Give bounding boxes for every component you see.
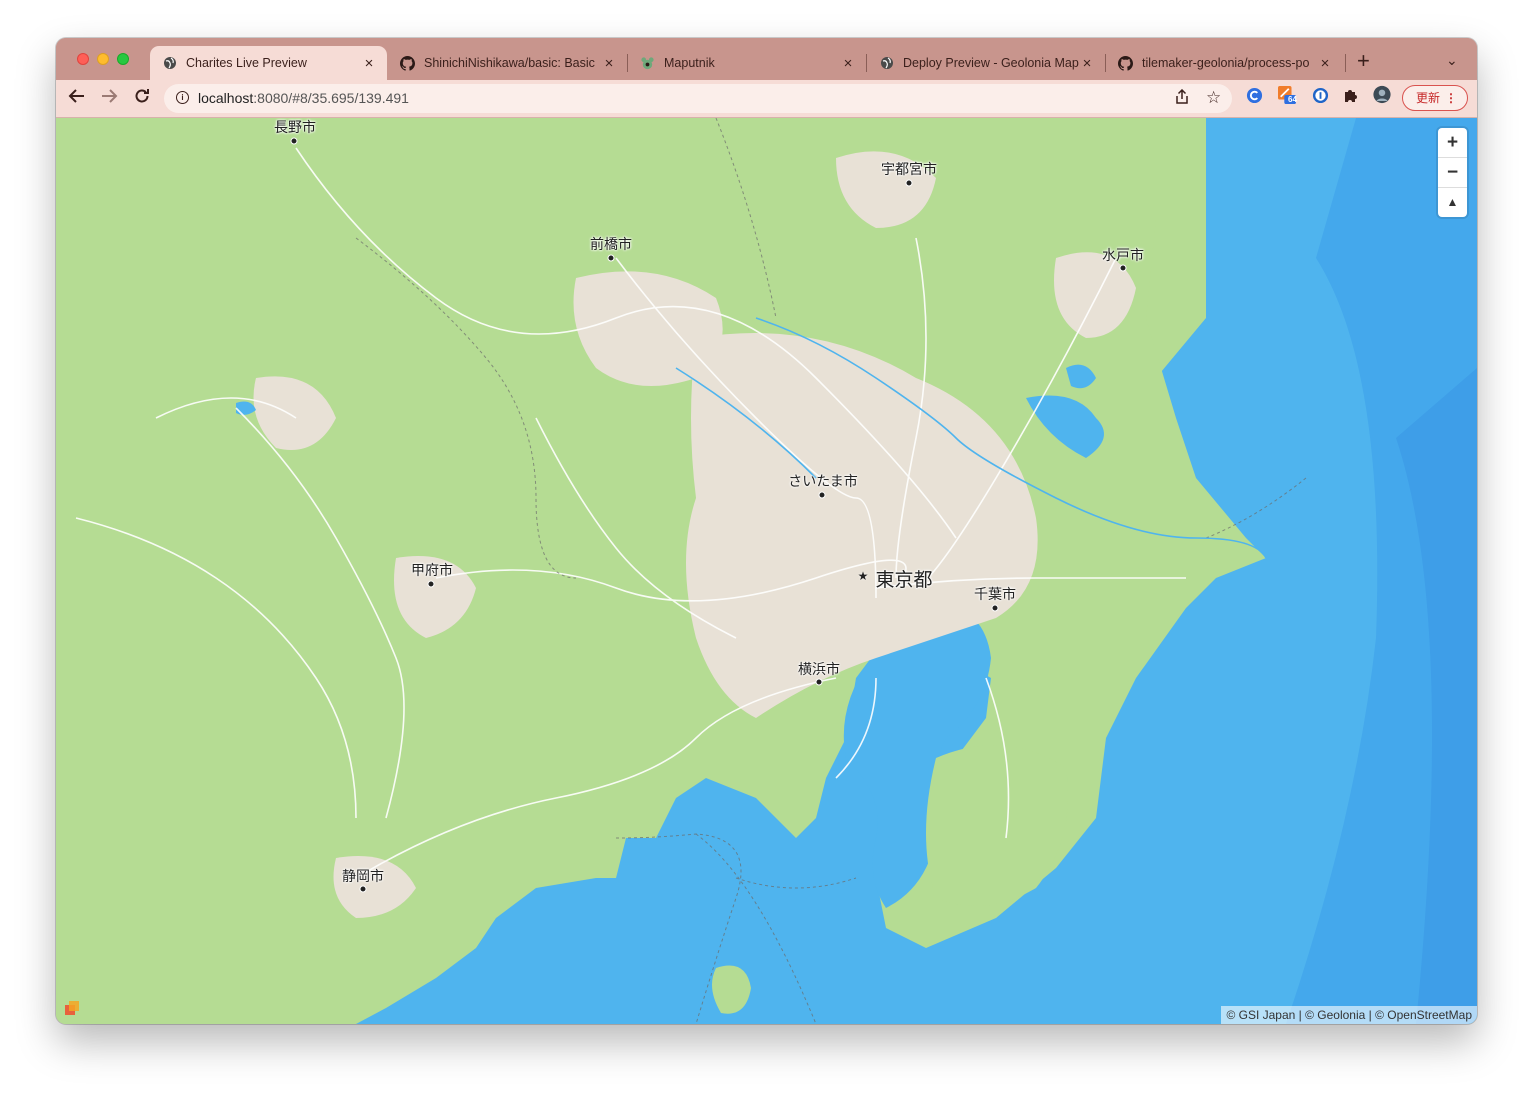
city-label-nagano: 長野市 [274,119,316,135]
map-canvas[interactable]: 長野市 宇都宮市 前橋市 水戸市 さいたま市 甲府市 ★ 東京都 千葉市 横浜市… [56,118,1477,1024]
tab-title: ShinichiNishikawa/basic: Basic [424,56,595,70]
tab-close-icon[interactable]: × [601,55,617,72]
tab-deploy-preview[interactable]: Deploy Preview - Geolonia Map × [867,46,1105,80]
zoom-out-button[interactable]: − [1438,158,1467,188]
profile-avatar[interactable] [1373,85,1391,103]
city-dot [818,491,826,499]
tab-close-icon[interactable]: × [361,55,377,72]
city-label-maebashi: 前橋市 [590,236,632,252]
window-close-button[interactable] [77,53,89,65]
compass-icon[interactable]: ▲ [1438,188,1467,217]
window-minimize-button[interactable] [97,53,109,65]
globe-icon [162,56,177,71]
geolonia-logo-icon[interactable] [65,1001,79,1015]
maputnik-icon [640,56,655,71]
capital-star-icon: ★ [857,569,869,583]
site-info-icon[interactable]: i [176,91,189,104]
extension-badge-icon[interactable]: 64 [1278,86,1297,104]
tab-close-icon[interactable]: × [1079,55,1095,72]
window-maximize-button[interactable] [117,53,129,65]
city-dot [815,678,823,686]
reload-button[interactable] [133,87,151,109]
tab-close-icon[interactable]: × [840,55,856,72]
new-tab-button[interactable]: + [1357,50,1370,72]
bookmark-star-icon[interactable]: ☆ [1206,88,1221,108]
tab-close-icon[interactable]: × [1317,55,1333,72]
city-label-chiba: 千葉市 [974,586,1016,602]
city-label-tokyo: 東京都 [875,570,933,591]
browser-window: Charites Live Preview × ShinichiNishikaw… [56,38,1477,1024]
tab-search-chevron-icon[interactable]: ⌄ [1446,52,1458,69]
tab-separator [1345,54,1346,72]
map-background [56,118,1477,1024]
city-label-kofu: 甲府市 [411,562,453,578]
city-dot [427,580,435,588]
tab-maputnik[interactable]: Maputnik × [628,46,866,80]
tab-strip: Charites Live Preview × ShinichiNishikaw… [56,38,1477,80]
city-dot [359,885,367,893]
extension-badge-count: 64 [1288,95,1297,104]
city-dot [905,179,913,187]
share-icon[interactable] [1175,88,1189,109]
zoom-in-button[interactable]: + [1438,128,1467,158]
map-navigation-control: + − ▲ [1438,128,1467,217]
back-button[interactable] [68,87,86,109]
city-label-mito: 水戸市 [1102,247,1144,263]
city-dot [607,254,615,262]
more-menu-icon: ⋮ [1445,91,1457,105]
tab-title: Maputnik [664,56,715,70]
tab-github-basic[interactable]: ShinichiNishikawa/basic: Basic × [388,46,627,80]
address-bar[interactable]: i localhost:8080/#8/35.695/139.491 ☆ [164,84,1232,113]
forward-button[interactable] [100,87,118,109]
update-button[interactable]: 更新 ⋮ [1402,85,1468,111]
password-manager-icon[interactable] [1311,86,1329,104]
tab-title: Charites Live Preview [186,56,307,70]
city-dot [991,604,999,612]
extension-c-icon[interactable] [1245,86,1263,104]
update-label: 更新 [1416,91,1441,105]
city-label-shizuoka: 静岡市 [342,868,384,884]
city-dot [290,137,298,145]
city-label-utsunomiya: 宇都宮市 [881,161,937,177]
tab-tilemaker-geolonia[interactable]: tilemaker-geolonia/process-po × [1106,46,1343,80]
city-label-yokohama: 横浜市 [798,661,840,677]
github-icon [1118,55,1133,71]
url-text: localhost:8080/#8/35.695/139.491 [198,90,409,106]
city-label-saitama: さいたま市 [788,473,858,489]
browser-toolbar: i localhost:8080/#8/35.695/139.491 ☆ 64 [56,80,1477,118]
city-dot [1119,264,1127,272]
github-icon [400,55,415,71]
tab-title: tilemaker-geolonia/process-po [1142,56,1310,70]
globe-icon [879,56,894,71]
extensions-puzzle-icon[interactable] [1342,86,1360,104]
map-attribution[interactable]: © GSI Japan | © Geolonia | © OpenStreetM… [1221,1006,1477,1024]
tab-title: Deploy Preview - Geolonia Map [903,56,1079,70]
tab-charites-live-preview[interactable]: Charites Live Preview × [150,46,387,80]
